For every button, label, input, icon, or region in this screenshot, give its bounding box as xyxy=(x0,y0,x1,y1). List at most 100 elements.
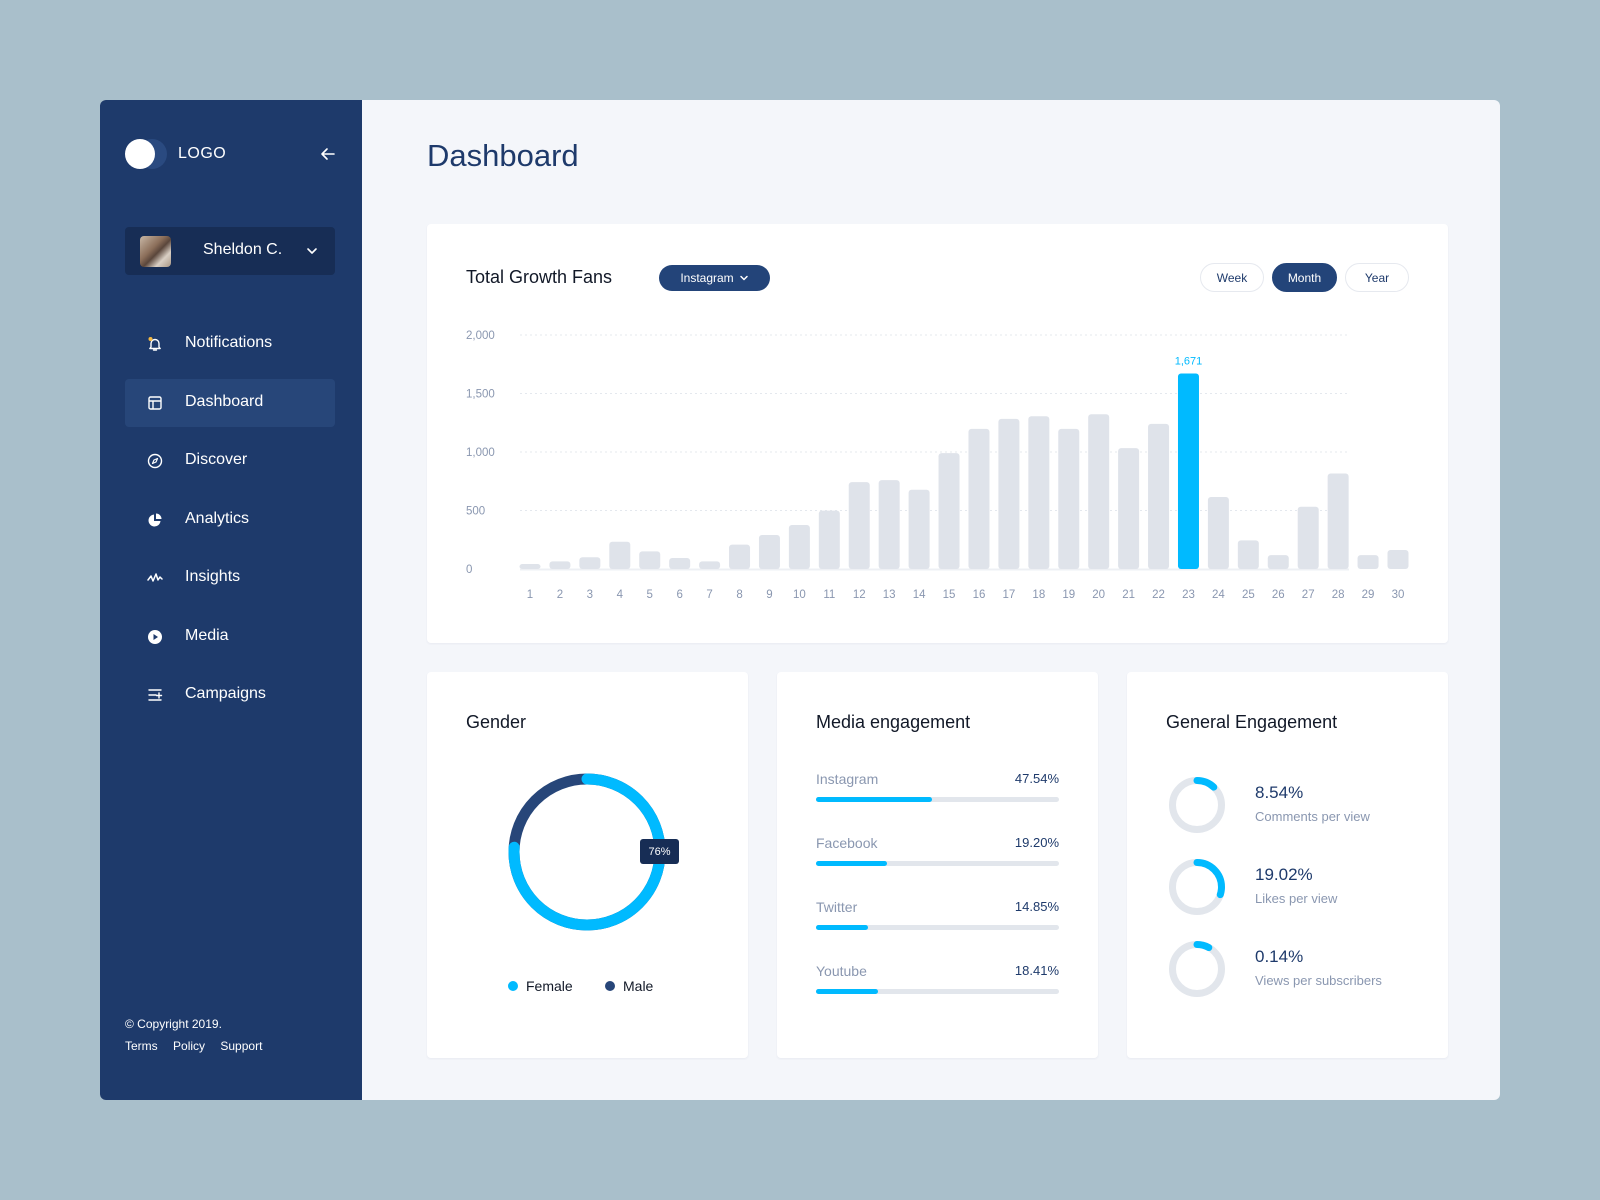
x-tick-label: 17 xyxy=(1002,589,1015,601)
views-ring-chart xyxy=(1169,941,1225,997)
legend-female: Female xyxy=(508,978,573,994)
gender-card: Gender 76% Female Male xyxy=(427,672,748,1058)
progress-fill xyxy=(816,797,932,802)
ge-row-label: Likes per view xyxy=(1255,891,1338,906)
y-tick-label: 2,000 xyxy=(466,330,495,342)
bar xyxy=(1028,416,1050,569)
x-tick-label: 11 xyxy=(823,589,835,601)
sidebar-item-insights[interactable]: Insights xyxy=(125,554,335,602)
sidebar-item-label: Analytics xyxy=(185,509,250,527)
range-year-button[interactable]: Year xyxy=(1345,263,1409,292)
bar xyxy=(609,541,631,569)
activity-icon xyxy=(147,573,163,582)
platform-select[interactable]: Instagram xyxy=(659,265,770,291)
layout-icon xyxy=(148,395,162,410)
bar xyxy=(579,557,601,569)
ge-row-likes: 19.02% Likes per view xyxy=(1167,857,1437,917)
media-row-value: 19.20% xyxy=(1014,835,1059,850)
media-row-label: Instagram xyxy=(816,771,879,787)
x-tick-label: 24 xyxy=(1212,589,1225,601)
x-tick-label: 4 xyxy=(617,589,624,601)
growth-chart-card: 0 500 1,000 1,500 2,000 1 2 3 4 5 6 7 8 9 10 11 12 13 14 15… xyxy=(427,224,1448,643)
bar xyxy=(1118,448,1140,569)
list-plus-icon xyxy=(148,689,163,701)
range-month-button[interactable]: Month xyxy=(1272,263,1337,292)
bar xyxy=(1357,555,1379,569)
bar xyxy=(938,453,960,569)
sidebar-item-analytics[interactable]: Analytics xyxy=(125,496,335,544)
x-tick-label: 25 xyxy=(1242,589,1255,601)
x-tick-label: 21 xyxy=(1122,589,1135,601)
play-icon xyxy=(148,629,162,644)
x-tick-label: 26 xyxy=(1272,589,1285,601)
sidebar-item-label: Insights xyxy=(185,568,241,585)
general-engagement-card: General Engagement 8.54% Comments per vi… xyxy=(1127,672,1448,1058)
ge-row-comments: 8.54% Comments per view xyxy=(1167,775,1437,835)
bar xyxy=(1177,373,1199,569)
x-tick-label: 16 xyxy=(973,589,986,601)
media-row-value: 18.41% xyxy=(1014,963,1059,978)
bar xyxy=(1327,473,1349,569)
terms-link[interactable]: Terms xyxy=(125,1039,158,1053)
chevron-down-icon xyxy=(739,275,748,281)
bar xyxy=(818,510,840,569)
logo[interactable]: LOGO xyxy=(125,138,226,170)
support-link[interactable]: Support xyxy=(220,1039,262,1053)
sidebar-item-discover[interactable]: Discover xyxy=(125,437,335,485)
y-tick-label: 0 xyxy=(466,564,472,576)
collapse-sidebar-button[interactable] xyxy=(318,144,338,164)
media-row-value: 14.85% xyxy=(1014,899,1059,914)
sidebar-item-dashboard[interactable]: Dashboard xyxy=(125,378,335,427)
progress-track xyxy=(816,925,1059,930)
policy-link[interactable]: Policy xyxy=(173,1039,205,1053)
media-engagement-card: Media engagement Instagram 47.54% Facebo… xyxy=(777,672,1098,1058)
x-tick-label: 1 xyxy=(527,589,533,601)
bar xyxy=(699,561,721,569)
bar xyxy=(1387,550,1409,569)
bar xyxy=(1148,423,1170,569)
bar xyxy=(639,551,661,569)
x-tick-label: 12 xyxy=(853,589,866,601)
ge-row-label: Views per subscribers xyxy=(1255,973,1382,988)
x-tick-label: 19 xyxy=(1062,589,1075,601)
user-menu[interactable]: Sheldon C. xyxy=(125,227,335,275)
ring-track xyxy=(1169,941,1225,997)
legend-male-dot xyxy=(605,981,615,991)
y-tick-label: 500 xyxy=(466,506,485,518)
x-tick-label: 2 xyxy=(557,589,563,601)
general-engagement-title: General Engagement xyxy=(1166,712,1338,732)
x-tick-label: 8 xyxy=(736,589,742,601)
sidebar-item-label: Dashboard xyxy=(185,392,264,410)
ge-row-label: Comments per view xyxy=(1255,809,1370,824)
x-tick-label: 23 xyxy=(1182,589,1195,601)
x-tick-label: 20 xyxy=(1092,589,1105,601)
x-tick-label: 9 xyxy=(766,589,772,601)
progress-fill xyxy=(816,861,887,866)
sidebar: LOGO Sheldon C. Notifications Dashboard … xyxy=(100,100,362,1100)
ge-row-views: 0.14% Views per subscribers xyxy=(1167,939,1437,999)
progress-fill xyxy=(816,989,878,994)
sidebar-item-label: Discover xyxy=(185,451,248,468)
growth-chart-title: Total Growth Fans xyxy=(466,267,613,287)
compass-icon xyxy=(147,453,163,469)
range-week-button[interactable]: Week xyxy=(1200,263,1264,292)
sidebar-nav: Notifications Dashboard Discover Analyti… xyxy=(125,320,335,730)
legend-female-label: Female xyxy=(526,978,573,994)
media-row-value: 47.54% xyxy=(1014,771,1059,786)
bar xyxy=(848,482,870,569)
bar xyxy=(1267,555,1289,569)
likes-ring-chart xyxy=(1169,859,1225,915)
sidebar-item-notifications[interactable]: Notifications xyxy=(125,320,335,368)
sidebar-item-media[interactable]: Media xyxy=(125,613,335,661)
bar xyxy=(908,489,930,569)
ge-row-value: 0.14% xyxy=(1255,947,1304,966)
legend-male-label: Male xyxy=(623,978,654,994)
bar xyxy=(1237,540,1259,569)
avatar xyxy=(140,236,171,267)
x-tick-label: 28 xyxy=(1332,589,1345,601)
media-row-label: Facebook xyxy=(816,835,878,851)
app-window: LOGO Sheldon C. Notifications Dashboard … xyxy=(100,100,1500,1100)
chevron-down-icon xyxy=(307,248,317,254)
sidebar-item-campaigns[interactable]: Campaigns xyxy=(125,671,335,719)
ge-row-value: 8.54% xyxy=(1255,783,1304,802)
